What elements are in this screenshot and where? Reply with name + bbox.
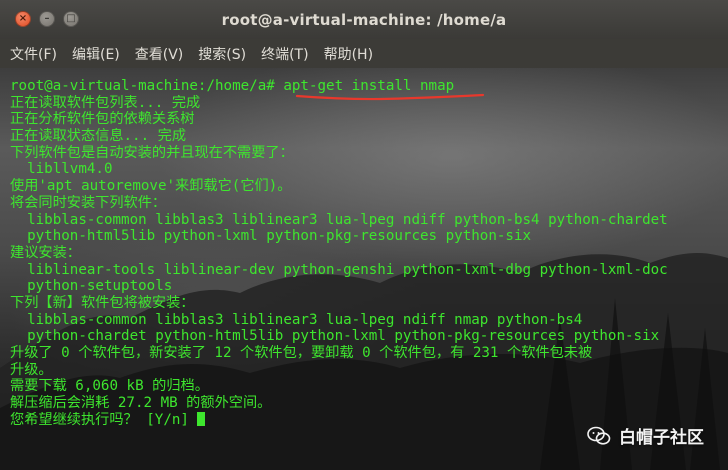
output-line: python-chardet python-html5lib python-lx… (10, 328, 660, 345)
menu-bar: 文件(F) 编辑(E) 查看(V) 搜索(S) 终端(T) 帮助(H) (0, 39, 728, 68)
output-line: 下列【新】软件包将被安装： (10, 294, 195, 311)
confirm-prompt: 您希望继续执行吗？ [Y/n] (10, 411, 198, 428)
output-line: 下列软件包是自动安装的并且现在不需要了： (10, 144, 294, 161)
text-cursor (197, 411, 206, 426)
menu-view[interactable]: 查看(V) (133, 44, 186, 64)
menu-edit[interactable]: 编辑(E) (70, 44, 122, 64)
minimize-button[interactable]: – (39, 11, 55, 27)
wechat-icon (587, 426, 611, 445)
output-line: 解压缩后会消耗 27.2 MB 的额外空间。 (10, 395, 272, 412)
title-bar[interactable]: × – □ root@a-virtual-machine: /home/a (0, 0, 728, 39)
terminal-area[interactable]: root@a-virtual-machine:/home/a# apt-get … (0, 68, 728, 470)
terminal-output: root@a-virtual-machine:/home/a# apt-get … (10, 78, 728, 428)
window-title: root@a-virtual-machine: /home/a (221, 10, 507, 29)
output-line: 正在读取状态信息... 完成 (10, 128, 187, 145)
close-icon: × (18, 13, 28, 24)
menu-help[interactable]: 帮助(H) (322, 44, 375, 64)
watermark-text: 白帽子社区 (619, 428, 704, 448)
window-controls: × – □ (15, 11, 79, 27)
output-line: 需要下载 6,060 kB 的归档。 (10, 378, 209, 395)
output-line: liblinear-tools liblinear-dev python-gen… (10, 261, 668, 278)
terminal-window: × – □ root@a-virtual-machine: /home/a 文件… (0, 0, 728, 470)
output-line: 升级了 0 个软件包，新安装了 12 个软件包，要卸载 0 个软件包，有 231… (10, 345, 593, 361)
output-line: libblas-common libblas3 liblinear3 lua-l… (10, 211, 668, 228)
close-button[interactable]: × (15, 11, 31, 27)
minimize-icon: – (44, 13, 50, 24)
shell-prompt: root@a-virtual-machine:/home/a# (10, 78, 275, 94)
output-line: libllvm4.0 (10, 161, 113, 178)
output-line: 升级。 (10, 361, 53, 378)
output-line: libblas-common libblas3 liblinear3 lua-l… (10, 311, 583, 328)
output-line: 将会同时安装下列软件： (10, 194, 167, 211)
output-line: python-html5lib python-lxml python-pkg-r… (10, 228, 532, 245)
output-line: 正在分析软件包的依赖关系树 (10, 111, 195, 128)
menu-search[interactable]: 搜索(S) (196, 44, 248, 64)
menu-terminal[interactable]: 终端(T) (259, 44, 310, 64)
menu-file[interactable]: 文件(F) (8, 44, 59, 64)
watermark: 白帽子社区 (587, 423, 704, 448)
output-line: python-setuptools (10, 278, 173, 295)
output-line: 建议安装： (10, 244, 81, 261)
output-line: 使用'apt autoremove'来卸载它(它们)。 (10, 178, 292, 195)
command-underline-annotation (295, 93, 485, 101)
maximize-icon: □ (66, 13, 76, 24)
maximize-button[interactable]: □ (63, 11, 79, 27)
